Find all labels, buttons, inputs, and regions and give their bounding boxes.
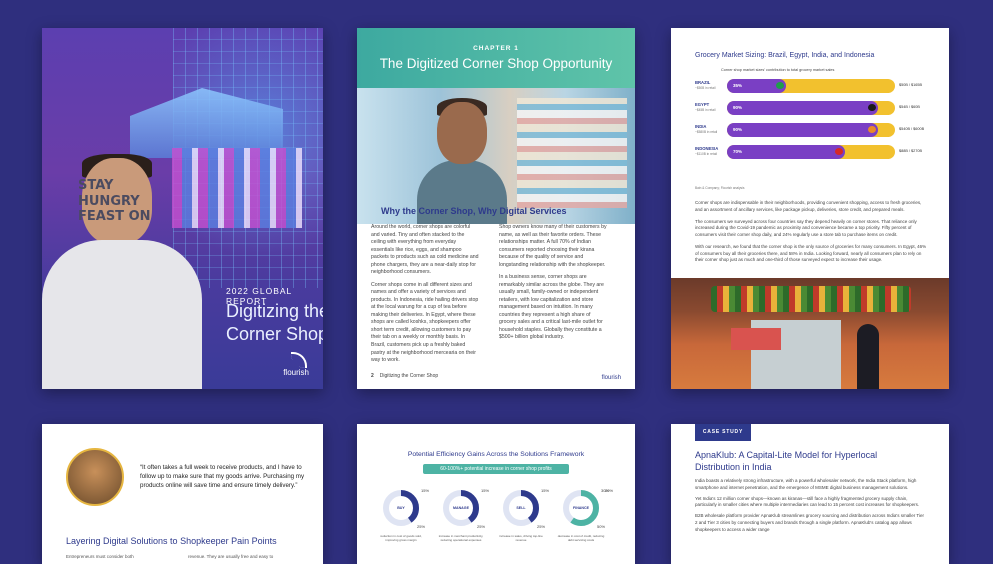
bar-total-label: $50B / $165B [899, 83, 923, 87]
bar-row-indonesia: INDONESIA ~$110B in retail 70% $88B / $270B [695, 144, 935, 162]
paragraph: The consumers we surveyed across four co… [695, 218, 917, 238]
chart-legend: Corner shop market sizes' contribution t… [721, 68, 835, 72]
donut-pct-low: 50% [597, 524, 606, 529]
paragraph: India boasts a relatively strong infrast… [695, 478, 917, 490]
bar-row-brazil: BRAZIL ~$50B in retail 35% $50B / $165B [695, 78, 935, 96]
bar [727, 123, 879, 137]
chapter-page: CHAPTER 1 The Digitized Corner Shop Oppo… [357, 28, 635, 389]
paragraph: Corner shops come in all different sizes… [371, 281, 479, 364]
shelf-graphic [517, 98, 627, 208]
donut-pct-low: 25% [537, 524, 546, 529]
bar-total-label: $54B / $60B [899, 105, 920, 109]
framework-title: Potential Efficiency Gains Across the So… [407, 451, 585, 458]
quote-page: “It often takes a full week to receive p… [42, 424, 323, 564]
bar-value-label: 90% [733, 105, 743, 110]
bar-subtitle: ~$45B in retail [695, 108, 716, 112]
donut-pct-high: 15% [481, 488, 490, 493]
donut-caption: decrease in cost of credit, reducing deb… [557, 534, 605, 542]
bar [727, 145, 845, 159]
donut-pct-high: 15% [421, 488, 430, 493]
bar-category-label: INDIA [695, 124, 707, 129]
paragraph: In a business sense, corner shops are re… [499, 274, 604, 341]
paragraph: With our research, we found that the cor… [695, 243, 927, 263]
paragraph: Around the world, corner shops are color… [371, 224, 479, 276]
bar-value-label: 35% [733, 83, 743, 88]
donut-caption: increase in sales, driving top-line reve… [499, 534, 543, 542]
shop-sign [731, 328, 781, 350]
footer-text: Digitizing the Corner Shop [379, 373, 439, 379]
text-column-1: Around the world, corner shops are color… [371, 224, 479, 370]
text-column-2: Shop owners know many of their customers… [499, 224, 607, 347]
chapter-title: The Digitized Corner Shop Opportunity [379, 56, 613, 71]
cover-title: Digitizing the Corner Shop [226, 301, 323, 344]
cover-page: STAY HUNGRY FEAST ON 2022 GLOBAL REPORT … [42, 28, 323, 389]
donut-pct-low: 25% [477, 524, 486, 529]
flag-icon [775, 82, 784, 89]
shop-owner-photo [417, 94, 507, 224]
flourish-leaf-icon [291, 352, 308, 368]
donut-label: FINANCE [573, 506, 589, 510]
donut-label: SELL [516, 506, 526, 510]
bar-category-label: EGYPT [695, 102, 710, 107]
case-body: India boasts a relatively strong infrast… [695, 478, 927, 537]
donut-pct-high: 15% [541, 488, 550, 493]
shirt-print: STAY HUNGRY FEAST ON [78, 178, 151, 225]
donut-caption: reduction in cost of goods sold, improvi… [380, 534, 422, 542]
paragraph: Corner shops are indispensable in their … [695, 200, 922, 212]
bar-row-egypt: EGYPT ~$45B in retail 90% $54B / $60B [695, 100, 935, 118]
chapter-label: CHAPTER 1 [473, 45, 519, 52]
customer-figure [857, 324, 879, 389]
page-number: 2 [371, 373, 374, 379]
donut-extra-pct: 20% [605, 488, 614, 493]
section-title: Layering Digital Solutions to Shopkeeper… [66, 536, 277, 546]
donut-pct-low: 25% [417, 524, 426, 529]
case-study-page: CASE STUDY ApnaKlub: A Capital-Lite Mode… [671, 424, 949, 564]
text-column-1: Entrepreneurs must consider both [66, 554, 134, 559]
flag-icon [834, 148, 843, 155]
paragraph: B2B wholesale platform provider ApnaKlub… [695, 513, 924, 532]
section-title: Why the Corner Shop, Why Digital Service… [381, 206, 567, 216]
bar-value-label: 90% [733, 127, 743, 132]
flourish-logo: flourish [601, 375, 621, 381]
bar-subtitle: ~$110B in retail [695, 152, 718, 156]
bar-subtitle: ~$50B in retail [695, 86, 716, 90]
chart-title: Grocery Market Sizing: Brazil, Egypt, In… [695, 52, 875, 59]
text-column-2: revenue. They are usually free and easy … [188, 554, 274, 559]
pull-quote: “It often takes a full week to receive p… [140, 464, 305, 489]
paragraph: Shop owners know many of their customers… [499, 224, 607, 268]
profit-pill: 60-100%+ potential increase in corner sh… [423, 464, 569, 474]
bar-category-label: BRAZIL [695, 80, 711, 85]
donut-caption: increase in merchant productivity, reduc… [438, 534, 484, 542]
bar-category-label: INDONESIA [695, 146, 719, 151]
framework-page: Potential Efficiency Gains Across the So… [357, 424, 635, 564]
bar-subtitle: ~$580B in retail [695, 130, 718, 134]
bar-total-label: $540B / $600B [899, 127, 925, 131]
bar-total-label: $88B / $270B [899, 149, 923, 153]
paragraph: Yet India's 12 million corner shops—know… [695, 495, 920, 508]
bar-value-label: 70% [733, 149, 743, 154]
page-footer: 2 Digitizing the Corner Shop [371, 373, 438, 379]
donut-label: MANAGE [453, 506, 469, 510]
case-title: ApnaKlub: A Capital-Lite Model for Hyper… [695, 450, 878, 472]
bar [727, 101, 879, 115]
market-body: Corner shops are indispensable in their … [695, 200, 927, 269]
produce-display [711, 286, 911, 312]
case-study-tag: CASE STUDY [695, 424, 751, 441]
donut-label: BUY [397, 506, 405, 510]
bar-row-india: INDIA ~$580B in retail 90% $540B / $600B [695, 122, 935, 140]
flourish-logo: flourish [283, 352, 309, 377]
market-sizing-page: Grocery Market Sizing: Brazil, Egypt, In… [671, 28, 949, 389]
chart-source: Bain & Company; Flourish analysis [695, 186, 745, 190]
avatar [66, 448, 124, 506]
